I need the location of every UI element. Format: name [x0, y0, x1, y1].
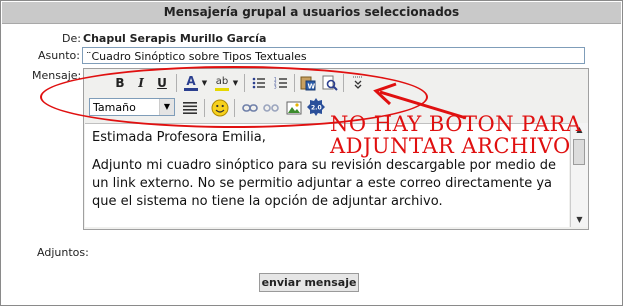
scroll-down-icon[interactable]: ▼	[571, 213, 588, 227]
attachments-label: Adjuntos:	[37, 246, 89, 259]
italic-button[interactable]: I	[131, 73, 151, 93]
insert-image-icon[interactable]	[284, 98, 304, 118]
annotation-line-2: ADJUNTAR ARCHIVO	[330, 134, 571, 158]
expand-toolbar-icon[interactable]	[348, 73, 368, 93]
font-color-glyph: A	[186, 74, 196, 88]
toolbar-separator	[234, 99, 235, 117]
toolbar-separator	[176, 74, 177, 92]
justify-icon[interactable]	[180, 98, 200, 118]
annotation-line-1: NO HAY BOTON PARA	[330, 112, 582, 136]
from-label: De:	[62, 32, 81, 45]
toolbar-row-1: B I U A ▼ ab ▼ 123 W	[84, 71, 588, 97]
font-size-select[interactable]: Tamaño ▼	[89, 98, 175, 116]
link-icon[interactable]	[240, 98, 260, 118]
form-title: Mensajería grupal a usuarios seleccionad…	[2, 2, 621, 24]
annotation-text: NO HAY BOTON PARA ADJUNTAR ARCHIVO	[330, 113, 582, 157]
numbered-list-icon[interactable]: 123	[271, 73, 291, 93]
highlight-dropdown-icon[interactable]: ▼	[231, 73, 240, 93]
font-size-value: Tamaño	[93, 101, 136, 114]
bold-button[interactable]: B	[110, 73, 130, 93]
subject-label: Asunto:	[38, 49, 80, 62]
paste-word-icon[interactable]: W	[298, 73, 318, 93]
message-label: Mensaje:	[32, 69, 82, 82]
find-replace-icon[interactable]	[320, 73, 340, 93]
bold-label: B	[115, 76, 125, 90]
body-paragraph: Adjunto mi cuadro sinóptico para su revi…	[92, 158, 557, 209]
font-color-swatch	[184, 88, 198, 91]
toolbar-separator	[343, 74, 344, 92]
underline-button[interactable]: U	[152, 73, 172, 93]
emoticon-icon[interactable]	[210, 98, 230, 118]
subject-input[interactable]: ¨Cuadro Sinóptico sobre Tipos Textuales	[82, 47, 585, 64]
unlink-icon[interactable]	[261, 98, 281, 118]
from-value: Chapul Serapis Murillo García	[83, 32, 267, 45]
toolbar-separator	[204, 99, 205, 117]
chevron-down-icon: ▼	[159, 99, 174, 115]
highlight-button[interactable]: ab	[211, 73, 233, 93]
bullet-list-icon[interactable]	[249, 73, 269, 93]
web20-badge-icon[interactable]: 2.0	[306, 97, 326, 117]
italic-label: I	[138, 76, 144, 90]
font-color-button[interactable]: A	[180, 73, 202, 93]
toolbar-separator	[244, 74, 245, 92]
svg-text:2.0: 2.0	[311, 105, 322, 112]
toolbar-separator	[294, 74, 295, 92]
svg-text:W: W	[308, 83, 316, 91]
highlight-glyph: ab	[215, 76, 229, 87]
underline-label: U	[157, 76, 167, 90]
highlight-swatch	[215, 88, 229, 91]
send-message-button[interactable]: enviar mensaje	[259, 273, 359, 292]
svg-text:3: 3	[274, 85, 277, 90]
font-color-dropdown-icon[interactable]: ▼	[200, 73, 209, 93]
